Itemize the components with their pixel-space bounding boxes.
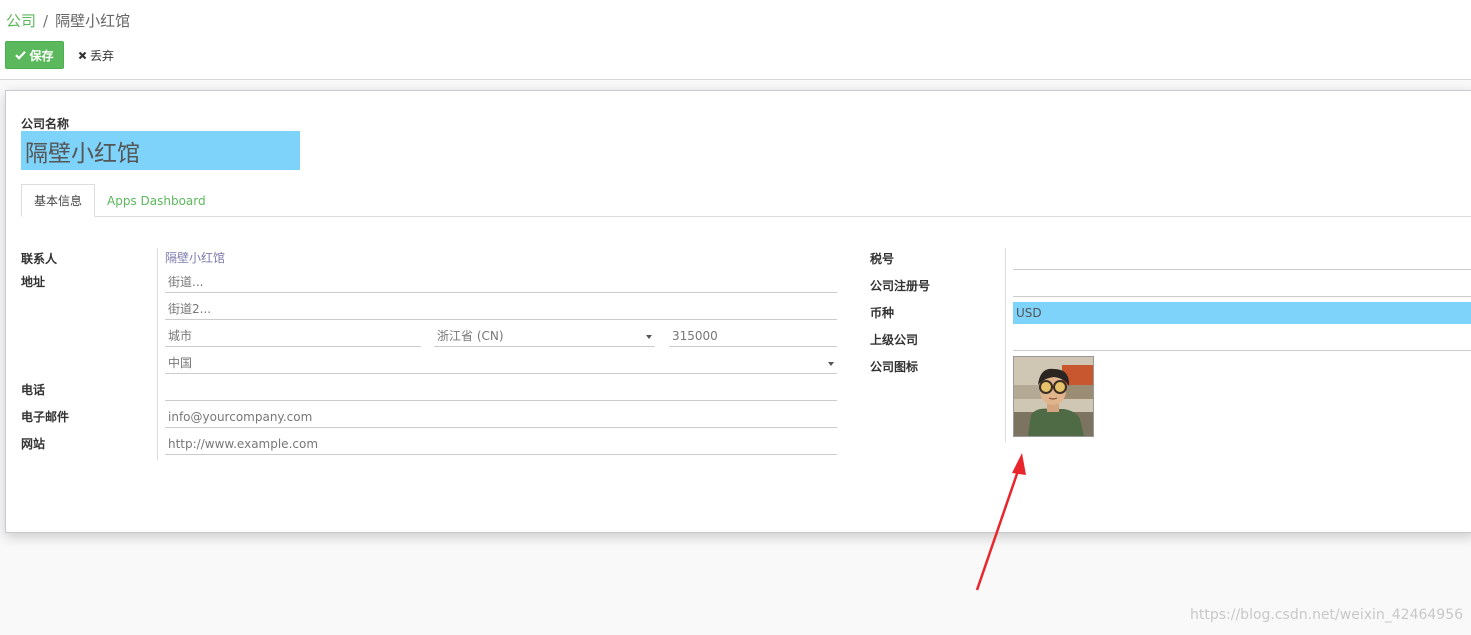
breadcrumb-current: 隔壁小红馆 bbox=[55, 12, 131, 30]
website-label: 网站 bbox=[21, 437, 46, 451]
street2-input[interactable]: 街道2... bbox=[165, 298, 837, 320]
street-input[interactable]: 街道... bbox=[165, 271, 837, 293]
breadcrumb-separator: / bbox=[43, 11, 49, 30]
company-registry-label: 公司注册号 bbox=[870, 279, 931, 293]
tab-basic-info[interactable]: 基本信息 bbox=[21, 184, 96, 217]
notebook-tabs: 基本信息 Apps Dashboard bbox=[21, 184, 1471, 217]
parent-company-input[interactable] bbox=[1013, 329, 1471, 351]
watermark-text: https://blog.csdn.net/weixin_42464956 bbox=[1190, 607, 1464, 623]
contact-label: 联系人 bbox=[21, 252, 58, 266]
state-value: 浙江省 (CN) bbox=[437, 329, 504, 343]
company-name-input[interactable]: 隔壁小红馆 bbox=[21, 131, 300, 170]
form-sheet: 公司名称 隔壁小红馆 基本信息 Apps Dashboard 联系人 地址 电话… bbox=[5, 90, 1471, 533]
state-select[interactable]: 浙江省 (CN) bbox=[434, 325, 655, 347]
parent-company-label: 上级公司 bbox=[870, 333, 919, 347]
control-panel: 公司 / 隔壁小红馆 保存 丢弃 bbox=[0, 0, 1471, 80]
discard-button-label: 丢弃 bbox=[89, 48, 114, 63]
tab-apps-dashboard[interactable]: Apps Dashboard bbox=[95, 184, 218, 217]
chevron-down-icon bbox=[828, 362, 834, 366]
contact-link[interactable]: 隔壁小红馆 bbox=[165, 249, 225, 266]
website-input[interactable]: http://www.example.com bbox=[165, 433, 837, 455]
check-icon bbox=[15, 51, 27, 60]
tax-id-label: 税号 bbox=[870, 252, 895, 266]
phone-input[interactable] bbox=[165, 379, 837, 401]
close-icon bbox=[78, 51, 87, 59]
city-input[interactable]: 城市 bbox=[165, 325, 421, 347]
email-label: 电子邮件 bbox=[21, 410, 70, 424]
label-divider bbox=[157, 248, 158, 460]
country-value: 中国 bbox=[168, 356, 193, 370]
save-button-label: 保存 bbox=[29, 48, 54, 63]
country-select[interactable]: 中国 bbox=[165, 352, 837, 374]
save-button[interactable]: 保存 bbox=[5, 41, 64, 69]
chevron-down-icon bbox=[646, 335, 652, 339]
email-input[interactable]: info@yourcompany.com bbox=[165, 406, 837, 428]
right-label-divider bbox=[1005, 248, 1006, 442]
currency-label: 币种 bbox=[870, 306, 895, 320]
address-label: 地址 bbox=[21, 275, 46, 289]
breadcrumb: 公司 / 隔壁小红馆 bbox=[6, 10, 130, 31]
company-name-label: 公司名称 bbox=[21, 117, 70, 131]
breadcrumb-parent-link[interactable]: 公司 bbox=[6, 10, 36, 31]
zip-input[interactable]: 315000 bbox=[669, 325, 837, 347]
phone-label: 电话 bbox=[21, 383, 46, 397]
company-logo-label: 公司图标 bbox=[870, 360, 919, 374]
company-logo-image[interactable] bbox=[1013, 356, 1094, 437]
discard-button[interactable]: 丢弃 bbox=[71, 41, 121, 69]
currency-select[interactable]: USD bbox=[1013, 302, 1471, 324]
tax-id-input[interactable] bbox=[1013, 248, 1471, 270]
annotation-arrow-icon bbox=[975, 453, 1026, 591]
company-registry-input[interactable] bbox=[1013, 275, 1471, 297]
avatar bbox=[1014, 357, 1093, 436]
